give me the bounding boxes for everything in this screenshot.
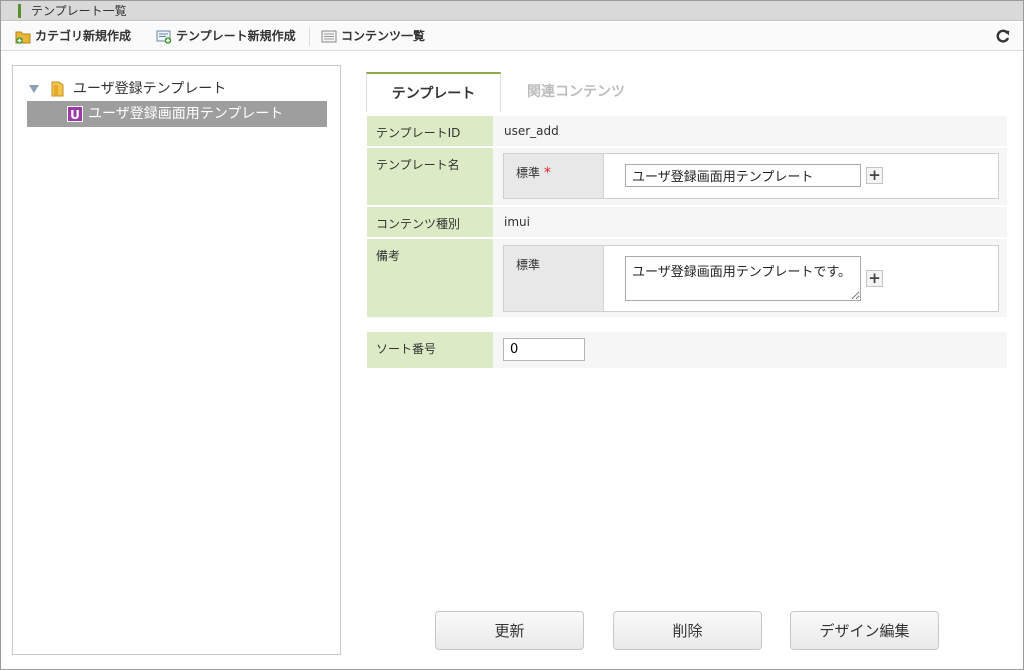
add-language-button[interactable]: + [866, 270, 883, 287]
title-marker [18, 4, 21, 18]
content-type-label: コンテンツ種別 [367, 207, 493, 237]
tree-node-root[interactable]: ユーザ登録テンプレート [29, 79, 226, 99]
remarks-lang-label: 標準 [504, 246, 604, 311]
folder-icon [51, 81, 64, 97]
template-name-lang-box: 標準 * + [503, 153, 999, 199]
sort-number-row [493, 332, 1007, 368]
tree-root-label: ユーザ登録テンプレート [72, 81, 227, 97]
window-titlebar: テンプレート一覧 [1, 1, 1023, 21]
list-icon [321, 30, 337, 43]
update-button[interactable]: 更新 [435, 611, 584, 650]
template-id-label: テンプレートID [367, 116, 493, 146]
tree-child-label: ユーザ登録画面用テンプレート [88, 106, 284, 122]
new-category-label: カテゴリ新規作成 [35, 29, 132, 43]
tab-related-content[interactable]: 関連コンテンツ [511, 72, 641, 112]
remarks-textarea[interactable]: ユーザ登録画面用テンプレートです。 [625, 256, 861, 301]
template-name-row: 標準 * + [493, 148, 1007, 205]
lang-standard-label: 標準 [516, 166, 541, 180]
tab-template[interactable]: テンプレート [366, 72, 501, 112]
content-type-value: imui [493, 207, 1007, 237]
new-template-button[interactable]: テンプレート新規作成 [154, 22, 296, 51]
sort-number-label: ソート番号 [367, 332, 493, 368]
category-tree-panel: ユーザ登録テンプレート U ユーザ登録画面用テンプレート [12, 65, 341, 655]
delete-button[interactable]: 削除 [613, 611, 762, 650]
window-title: テンプレート一覧 [31, 4, 127, 18]
remarks-row: 標準 ユーザ登録画面用テンプレートです。 + [493, 239, 1007, 317]
toolbar: カテゴリ新規作成 テンプレート新規作成 コンテンツ一覧 [1, 22, 1023, 51]
new-template-label: テンプレート新規作成 [176, 29, 296, 43]
add-language-button[interactable]: + [866, 167, 883, 184]
tree-node-template[interactable]: U ユーザ登録画面用テンプレート [27, 101, 327, 127]
refresh-icon[interactable] [995, 28, 1011, 44]
toolbar-separator [309, 27, 310, 46]
template-name-input[interactable] [625, 164, 861, 187]
folder-add-icon [15, 31, 31, 44]
content-list-label: コンテンツ一覧 [341, 29, 426, 43]
remarks-label: 備考 [367, 239, 493, 317]
template-name-label: テンプレート名 [367, 148, 493, 205]
template-u-icon: U [67, 106, 83, 122]
template-add-icon [156, 30, 172, 44]
template-name-lang-label: 標準 * [504, 154, 604, 198]
required-mark: * [543, 165, 551, 181]
remarks-lang-box: 標準 ユーザ登録画面用テンプレートです。 + [503, 245, 999, 312]
sort-number-input[interactable] [503, 338, 585, 361]
design-edit-button[interactable]: デザイン編集 [790, 611, 939, 650]
template-id-value: user_add [493, 116, 1007, 146]
collapse-triangle-icon[interactable] [29, 85, 39, 93]
lang-standard-label: 標準 [516, 258, 541, 272]
new-category-button[interactable]: カテゴリ新規作成 [13, 22, 131, 51]
content-list-button[interactable]: コンテンツ一覧 [319, 22, 425, 51]
